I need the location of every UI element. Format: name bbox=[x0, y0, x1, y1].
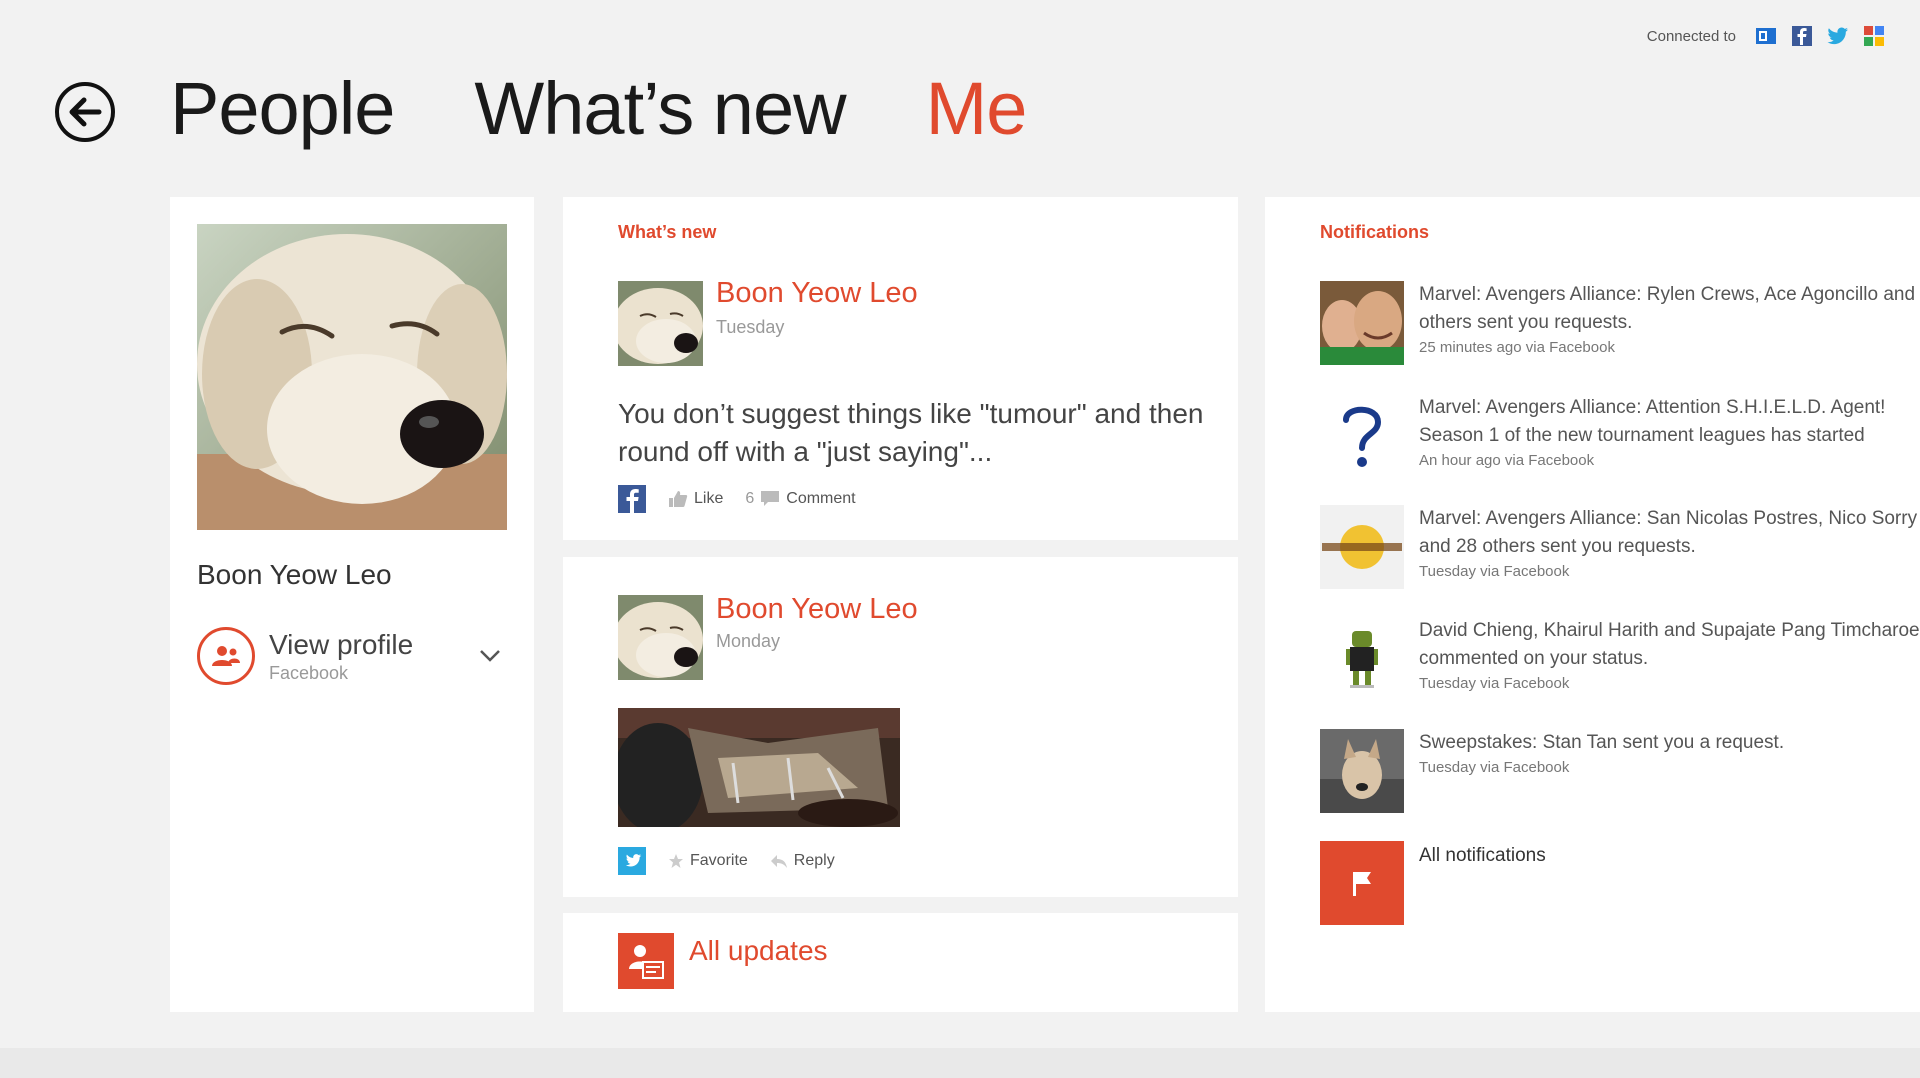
google-icon[interactable] bbox=[1862, 24, 1886, 48]
back-button[interactable] bbox=[55, 82, 115, 142]
notification-message: Marvel: Avengers Alliance: Attention S.H… bbox=[1419, 397, 1886, 446]
tab-people[interactable]: People bbox=[170, 68, 395, 150]
comment-label: Comment bbox=[786, 490, 856, 507]
comment-icon bbox=[761, 491, 780, 506]
reply-icon bbox=[770, 855, 787, 868]
outlook-icon[interactable] bbox=[1754, 24, 1778, 48]
notification-item[interactable]: Marvel: Avengers Alliance: Attention S.H… bbox=[1320, 394, 1920, 480]
all-updates-card[interactable]: All updates bbox=[563, 913, 1238, 1012]
post-card: What’s new Boon Yeow Leo Tuesday You don… bbox=[563, 197, 1238, 540]
all-notifications-link[interactable]: All notifications bbox=[1419, 845, 1546, 867]
like-label: Like bbox=[694, 490, 724, 507]
twitter-icon[interactable] bbox=[1826, 24, 1850, 48]
star-icon bbox=[669, 854, 683, 868]
notification-item[interactable]: Marvel: Avengers Alliance: Rylen Crews, … bbox=[1320, 281, 1920, 367]
bottom-edge bbox=[0, 1048, 1920, 1078]
avatar[interactable] bbox=[618, 281, 703, 366]
all-updates-link[interactable]: All updates bbox=[689, 935, 828, 967]
notification-message: David Chieng, Khairul Harith and Supajat… bbox=[1419, 620, 1920, 669]
notification-message: Sweepstakes: Stan Tan sent you a request… bbox=[1419, 732, 1785, 753]
avatar[interactable] bbox=[618, 595, 703, 680]
chevron-down-icon[interactable] bbox=[479, 649, 501, 663]
notification-item[interactable]: Sweepstakes: Stan Tan sent you a request… bbox=[1320, 729, 1920, 815]
question-mark-icon bbox=[1320, 394, 1404, 478]
reply-label: Reply bbox=[793, 852, 835, 869]
thumbs-up-icon bbox=[669, 491, 688, 507]
notifications-title: Notifications bbox=[1320, 222, 1430, 242]
post-author[interactable]: Boon Yeow Leo bbox=[716, 277, 918, 310]
robot-avatar bbox=[1320, 617, 1404, 701]
favorite-button[interactable]: Favorite bbox=[668, 852, 748, 870]
post-actions: Like 6 Comment bbox=[618, 485, 856, 513]
people-app-me-page: Connected to People What’s new Me Boon Y… bbox=[0, 0, 1920, 1078]
post-text: You don’t suggest things like "tumour" a… bbox=[618, 398, 1204, 467]
hub-navigation: People What’s new Me bbox=[170, 68, 1028, 150]
view-profile-source: Facebook bbox=[269, 662, 349, 683]
notification-meta: Tuesday via Facebook bbox=[1419, 675, 1570, 692]
notification-item[interactable]: David Chieng, Khairul Harith and Supajat… bbox=[1320, 617, 1920, 703]
favorite-label: Favorite bbox=[690, 852, 748, 869]
connected-services: Connected to bbox=[1647, 24, 1886, 48]
post-photo[interactable] bbox=[618, 708, 900, 827]
profile-card: Boon Yeow Leo View profile Facebook bbox=[170, 197, 534, 1012]
view-profile-button[interactable]: View profile Facebook bbox=[197, 624, 507, 688]
comment-button[interactable]: 6 Comment bbox=[745, 490, 855, 508]
notification-item[interactable]: Marvel: Avengers Alliance: San Nicolas P… bbox=[1320, 505, 1920, 591]
notification-meta: 25 minutes ago via Facebook bbox=[1419, 339, 1615, 356]
facebook-icon bbox=[618, 485, 646, 513]
post-card: Boon Yeow Leo Monday Favorite Reply bbox=[563, 557, 1238, 897]
flag-icon bbox=[1353, 872, 1371, 896]
whats-new-title: What’s new bbox=[618, 222, 717, 242]
notification-message: Marvel: Avengers Alliance: Rylen Crews, … bbox=[1419, 284, 1920, 333]
san-nicolas-logo bbox=[1320, 505, 1404, 589]
tab-whats-new[interactable]: What’s new bbox=[474, 68, 846, 150]
people-photo bbox=[1320, 281, 1404, 365]
reply-button[interactable]: Reply bbox=[770, 852, 835, 870]
notification-meta: Tuesday via Facebook bbox=[1419, 759, 1570, 776]
back-arrow-icon bbox=[69, 97, 102, 127]
notification-meta: An hour ago via Facebook bbox=[1419, 452, 1595, 469]
tab-me[interactable]: Me bbox=[926, 68, 1028, 150]
notifications-card: Notifications Marvel: Avengers Alliance:… bbox=[1265, 197, 1920, 1012]
twitter-icon bbox=[618, 847, 646, 875]
post-time: Tuesday bbox=[716, 317, 785, 337]
like-button[interactable]: Like bbox=[668, 490, 723, 508]
all-notifications-button[interactable] bbox=[1320, 841, 1404, 925]
comment-count: 6 bbox=[745, 490, 755, 507]
updates-icon bbox=[618, 933, 674, 989]
notification-meta: Tuesday via Facebook bbox=[1419, 563, 1570, 580]
profile-name: Boon Yeow Leo bbox=[197, 559, 392, 590]
contact-card-icon bbox=[197, 627, 255, 685]
dog-photo bbox=[1320, 729, 1404, 813]
view-profile-label: View profile bbox=[269, 628, 414, 660]
connected-label: Connected to bbox=[1646, 27, 1736, 45]
post-time: Monday bbox=[716, 631, 781, 651]
post-author[interactable]: Boon Yeow Leo bbox=[716, 593, 918, 626]
facebook-icon[interactable] bbox=[1790, 24, 1814, 48]
profile-photo[interactable] bbox=[197, 224, 507, 530]
post-actions: Favorite Reply bbox=[618, 847, 835, 875]
notification-message: Marvel: Avengers Alliance: San Nicolas P… bbox=[1419, 508, 1918, 557]
